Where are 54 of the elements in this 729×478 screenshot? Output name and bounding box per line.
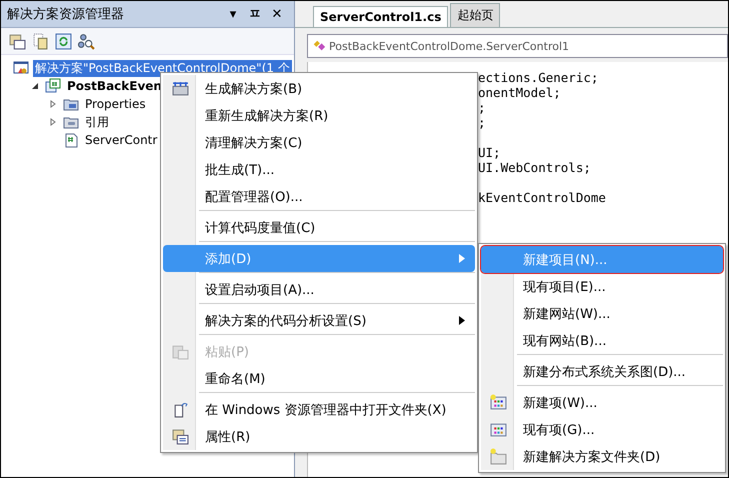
tree-item[interactable]: Properties bbox=[83, 97, 148, 111]
build-icon bbox=[172, 80, 188, 97]
menu-item[interactable]: 新建解决方案文件夹(D) bbox=[481, 443, 723, 470]
menu-item[interactable]: 现有项目(E)... bbox=[481, 273, 723, 300]
menu-item[interactable]: 现有网站(B)... bbox=[481, 327, 723, 354]
panel-title: 解决方案资源管理器 bbox=[7, 6, 125, 23]
menu-item[interactable]: 属性(R) bbox=[163, 423, 475, 450]
documents-icon[interactable] bbox=[32, 32, 49, 50]
menu-item[interactable]: 生成解决方案(B) bbox=[163, 75, 475, 102]
code-line: kEventControlDome bbox=[478, 190, 607, 205]
menu-item[interactable]: 新建网站(W)... bbox=[481, 300, 723, 327]
expander-icon[interactable] bbox=[49, 100, 57, 108]
document-tab[interactable]: 起始页 bbox=[450, 3, 500, 27]
class-icon bbox=[312, 39, 326, 53]
menu-item[interactable]: 重命名(M) bbox=[163, 365, 475, 392]
menu-item[interactable]: 配置管理器(O)... bbox=[163, 183, 475, 210]
type-dropdown[interactable]: PostBackEventControlDome.ServerControl1 bbox=[307, 34, 728, 58]
document-tab[interactable]: ServerControl1.cs bbox=[313, 6, 448, 27]
code-line: UI; bbox=[478, 145, 502, 160]
menu-item[interactable]: 批生成(T)... bbox=[163, 156, 475, 183]
refresh-icon[interactable] bbox=[55, 32, 72, 50]
csharp-file-icon bbox=[63, 132, 79, 148]
solution-icon bbox=[13, 60, 29, 76]
menu-item[interactable]: 计算代码度量值(C) bbox=[163, 214, 475, 241]
csharp-project-icon bbox=[45, 78, 61, 94]
properties-icon[interactable] bbox=[9, 32, 26, 50]
tree-item[interactable]: 引用 bbox=[83, 114, 111, 130]
menu-item[interactable]: 重新生成解决方案(R) bbox=[163, 102, 475, 129]
tree-item[interactable]: PostBackEven bbox=[65, 79, 164, 93]
title-button[interactable]: ✕ bbox=[266, 6, 288, 22]
properties-icon bbox=[172, 428, 188, 445]
code-line: ections.Generic; bbox=[478, 70, 600, 85]
title-button[interactable]: ㅍ bbox=[244, 5, 266, 23]
menu-item[interactable]: 清理解决方案(C) bbox=[163, 129, 475, 156]
menu-item[interactable]: 现有项(G)... bbox=[481, 416, 723, 443]
grid-icon bbox=[490, 394, 506, 411]
magnifier-icon[interactable] bbox=[78, 32, 95, 50]
title-button[interactable]: ▾ bbox=[222, 6, 244, 22]
code-line: ; bbox=[478, 100, 487, 115]
code-line: ; bbox=[478, 115, 487, 130]
menu-item[interactable]: 解决方案的代码分析设置(S) bbox=[163, 307, 475, 334]
collapse-icon[interactable] bbox=[31, 82, 39, 90]
folder-icon bbox=[490, 448, 506, 465]
menu-item[interactable]: 在 Windows 资源管理器中打开文件夹(X) bbox=[163, 396, 475, 423]
menu-item[interactable]: 设置启动项目(A)... bbox=[163, 276, 475, 303]
code-line: UI.WebControls; bbox=[478, 160, 592, 175]
code-line: onentModel; bbox=[478, 85, 562, 100]
menu-item[interactable]: 新建项(W)... bbox=[481, 389, 723, 416]
menu-item[interactable]: 新建分布式系统关系图(D)... bbox=[481, 358, 723, 385]
expander-icon[interactable] bbox=[49, 118, 57, 126]
grid-icon bbox=[490, 421, 506, 438]
clipboard-icon bbox=[172, 343, 188, 360]
tree-item[interactable]: ServerContr bbox=[83, 133, 160, 147]
document-icon bbox=[172, 401, 188, 418]
